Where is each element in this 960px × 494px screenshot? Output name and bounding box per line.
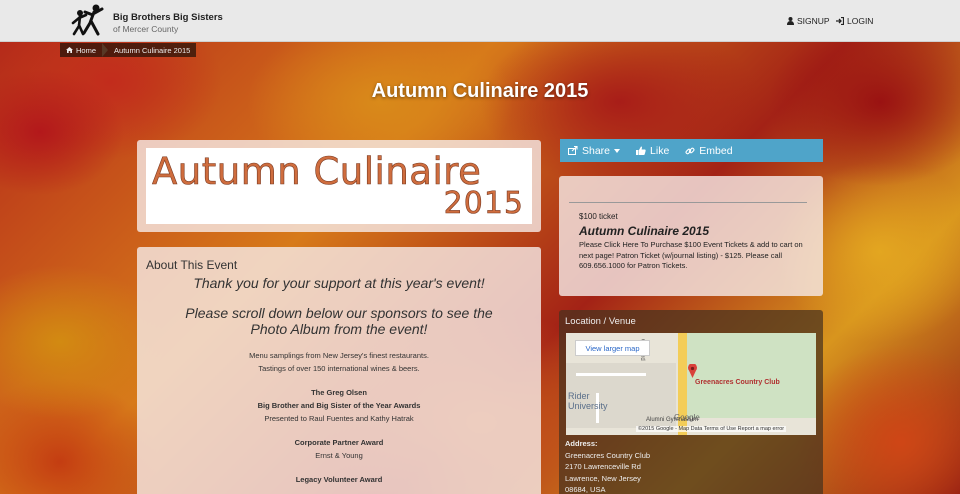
award-recipients: Presented to Raul Fuentes and Kathy Hatr… bbox=[264, 414, 414, 423]
ticket-card: $100 ticket Autumn Culinaire 2015 Please… bbox=[559, 176, 823, 296]
award-block: Corporate Partner Award Ernst & Young bbox=[137, 436, 541, 462]
info-line: Tastings of over 150 international wines… bbox=[258, 364, 420, 373]
award-title: Big Brother and Big Sister of the Year A… bbox=[257, 401, 421, 410]
map-place-label: Alumni Gymnasium bbox=[646, 417, 699, 423]
login-link[interactable]: LOGIN bbox=[836, 16, 873, 26]
embed-label: Embed bbox=[699, 144, 733, 157]
share-label: Share bbox=[582, 144, 611, 157]
ticket-price: $100 ticket bbox=[579, 212, 618, 221]
map-pin-label: Greenacres Country Club bbox=[695, 379, 780, 386]
award-block: The Greg Olsen Big Brother and Big Siste… bbox=[137, 386, 541, 425]
like-button[interactable]: Like bbox=[636, 145, 669, 157]
address-label: Address: bbox=[565, 439, 598, 448]
page-title: Autumn Culinaire 2015 bbox=[371, 80, 589, 102]
link-icon bbox=[685, 147, 695, 154]
banner-title: Autumn Culinaire bbox=[152, 150, 482, 194]
view-larger-map-button[interactable]: View larger map bbox=[575, 340, 650, 356]
thank-you-text: Thank you for your support at this year'… bbox=[193, 275, 485, 291]
divider bbox=[569, 202, 807, 203]
home-icon bbox=[66, 47, 73, 53]
map-footer[interactable]: ©2015 Google - Map Data Terms of Use Rep… bbox=[636, 426, 787, 432]
share-bar: Share Like Embed bbox=[560, 139, 823, 162]
signup-label: SIGNUP bbox=[797, 16, 830, 26]
like-label: Like bbox=[650, 144, 670, 157]
venue-map[interactable]: Orchard View larger map Greenacres Count… bbox=[566, 333, 816, 435]
info-line: Menu samplings from New Jersey's finest … bbox=[249, 351, 429, 360]
breadcrumb-current: Autumn Culinaire 2015 bbox=[114, 45, 191, 55]
event-banner-card: Autumn Culinaire 2015 bbox=[137, 140, 541, 232]
award-title: The Greg Olsen bbox=[311, 388, 367, 397]
address-line: 08684, USA bbox=[565, 485, 606, 494]
share-button[interactable]: Share bbox=[568, 144, 621, 157]
org-name[interactable]: Big Brothers Big Sisters bbox=[113, 12, 223, 23]
about-body: Thank you for your support at this year'… bbox=[137, 275, 541, 486]
event-info: Menu samplings from New Jersey's finest … bbox=[137, 349, 541, 375]
breadcrumb: Home Autumn Culinaire 2015 bbox=[60, 43, 197, 57]
award-title: Corporate Partner Award bbox=[294, 438, 384, 447]
scroll-note-text: Please scroll down below our sponsors to… bbox=[185, 305, 493, 337]
top-navbar: Big Brothers Big Sisters of Mercer Count… bbox=[0, 0, 960, 42]
venue-title: Location / Venue bbox=[565, 316, 636, 327]
venue-address: Address: Greenacres Country Club 2170 La… bbox=[565, 438, 650, 494]
embed-button[interactable]: Embed bbox=[685, 144, 733, 157]
about-event-card: About This Event Thank you for your supp… bbox=[137, 247, 541, 494]
event-banner-image: Autumn Culinaire 2015 bbox=[146, 148, 532, 224]
user-icon bbox=[787, 17, 794, 25]
thumbs-up-icon bbox=[636, 146, 646, 155]
breadcrumb-home-label: Home bbox=[76, 45, 97, 55]
address-line: 2170 Lawrenceville Rd bbox=[565, 462, 641, 471]
banner-year: 2015 bbox=[443, 186, 524, 222]
map-golf-course bbox=[686, 333, 816, 418]
signup-link[interactable]: SIGNUP bbox=[787, 16, 830, 26]
about-heading: About This Event bbox=[146, 258, 238, 272]
venue-card: Location / Venue Orchard View larger map… bbox=[559, 310, 823, 494]
award-block: Legacy Volunteer Award bbox=[137, 473, 541, 486]
address-line: Lawrence, New Jersey bbox=[565, 473, 641, 483]
logo-figures-icon[interactable] bbox=[68, 3, 108, 37]
login-icon bbox=[836, 17, 844, 25]
org-subtitle[interactable]: of Mercer County bbox=[113, 24, 178, 34]
map-path bbox=[576, 373, 646, 376]
address-line: Greenacres Country Club bbox=[565, 450, 651, 460]
map-pin-icon[interactable] bbox=[688, 364, 697, 378]
map-place-label: Rider University bbox=[568, 391, 608, 411]
login-label: LOGIN bbox=[847, 16, 874, 26]
award-recipients: Ernst & Young bbox=[315, 451, 363, 460]
ticket-description[interactable]: Please Click Here To Purchase $100 Event… bbox=[579, 240, 807, 272]
ticket-event-name[interactable]: Autumn Culinaire 2015 bbox=[579, 224, 709, 238]
share-icon bbox=[568, 146, 578, 155]
award-title: Legacy Volunteer Award bbox=[295, 475, 383, 484]
breadcrumb-home[interactable]: Home bbox=[60, 46, 102, 55]
caret-down-icon bbox=[614, 148, 621, 153]
